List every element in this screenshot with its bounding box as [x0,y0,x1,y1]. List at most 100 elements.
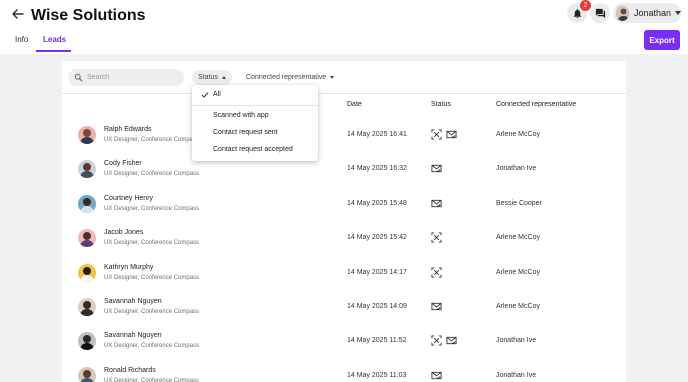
lead-name: Savannah Nguyen [104,298,162,305]
avatar-body [80,377,94,382]
menu-item-request-sent[interactable]: Contact request sent [213,129,278,136]
scan-icon [431,232,442,243]
avatar [78,160,96,179]
status-filter-label: Status [198,74,218,81]
avatar-head [83,369,91,378]
avatar [78,126,96,144]
status-icons [431,335,457,346]
lead-name: Ronald Richards [104,366,156,374]
avatar [78,194,96,213]
avatar-body [80,137,94,144]
avatar [78,332,96,351]
messages-button[interactable] [590,3,610,23]
table-row[interactable]: Cody Fisher UX Designer, Conference Compa… [62,154,626,188]
user-name: Jonathan [633,8,671,18]
lead-subtitle: UX Designer, Conference Compass [104,137,200,143]
avatar-body [80,343,94,351]
lead-subtitle: UX Designer, Conference Compass [104,274,200,281]
lead-subtitle: UX Designer, Conference Compass [104,343,200,350]
scan-icon [431,335,442,346]
lead-date: 14 May 2025 14:09 [347,303,407,310]
tab-leads[interactable]: Leads [43,35,66,44]
lead-date: 14 May 2025 15:42 [347,234,407,242]
notification-badge: 2 [580,0,591,11]
lead-date: 14 May 2025 11:52 [347,337,407,345]
export-button[interactable]: Export [644,30,680,50]
table-row[interactable]: Courtney Henry UX Designer, Conference Co… [62,189,626,223]
notifications-button[interactable]: 2 [567,0,591,23]
avatar [78,263,96,282]
lead-date: 14 May 2025 14:17 [347,268,407,276]
menu-item-request-accepted[interactable]: Contact request accepted [213,146,293,153]
page-title: Wise Solutions [31,7,146,24]
avatar-body [80,240,94,248]
status-icons [431,267,442,278]
avatar-head [83,301,91,309]
active-tab-indicator [36,50,71,52]
lead-name: Cody Fisher [104,160,142,168]
lead-rep: Arlene McCoy [496,131,540,138]
check-icon [201,92,209,98]
tab-info[interactable]: Info [15,35,28,44]
rep-filter[interactable]: Connected representative [240,70,340,85]
table-row[interactable]: Ronald Richards UX Designer, Conference C… [62,361,626,382]
lead-subtitle: UX Designer, Conference Compass [104,205,200,212]
avatar [78,366,96,382]
scan-icon [431,129,442,140]
mail-check-icon [431,163,442,174]
chevron-up-icon [221,76,226,79]
status-filter[interactable]: Status [192,70,232,85]
scan-icon [431,267,442,278]
mail-check-icon [446,129,457,140]
mail-check-icon [431,198,442,209]
lead-rep: Jonathan Ive [496,371,537,379]
avatar-head [83,129,91,137]
table-row[interactable]: Savannah Nguyen UX Designer, Conference C… [62,326,626,360]
lead-subtitle: UX Designer, Conference Compass [104,377,200,382]
table-row[interactable]: Ralph Edwards UX Designer, Conference Com… [62,120,626,154]
avatar-head [83,266,91,275]
lead-name: Ralph Edwards [104,126,152,133]
mail-check-icon [431,370,442,381]
back-arrow-icon[interactable] [10,6,26,22]
avatar-body [80,171,94,179]
lead-rep: Arlene McCoy [496,303,540,310]
lead-rep: Jonathan Ive [496,165,537,173]
lead-rep: Arlene McCoy [496,268,540,276]
mail-check-icon [431,301,442,312]
mail-check-icon [446,335,457,346]
table-row[interactable]: Savannah Nguyen UX Designer, Conference C… [62,292,626,326]
search-placeholder: Search [87,74,110,81]
divider [62,93,626,94]
avatar-head [83,232,91,241]
status-icons [431,370,442,381]
avatar-body [80,309,94,316]
status-icons [431,301,442,312]
rep-filter-label: Connected representative [246,74,327,81]
search-input[interactable]: Search [68,69,184,86]
avatar [616,5,629,21]
avatar-head [83,197,91,206]
lead-name: Courtney Henry [104,194,154,202]
table-row[interactable]: Kathryn Murphy UX Designer, Conference Co… [62,258,626,292]
menu-item-all[interactable]: All [213,91,221,98]
avatar-body [80,205,94,213]
lead-name: Jacob Jones [104,229,144,237]
lead-date: 14 May 2025 15:48 [347,199,407,207]
table-row[interactable]: Jacob Jones UX Designer, Conference Compa… [62,223,626,257]
lead-rep: Bessie Cooper [496,199,542,207]
avatar-body [80,274,94,282]
user-menu-button[interactable]: Jonathan [613,3,681,23]
column-header-rep: Connected representative [496,101,577,108]
lead-name: Kathryn Murphy [104,263,154,271]
status-dropdown-menu: All Scanned with app Contact request sen… [192,85,318,161]
status-icons [431,163,442,174]
avatar-head [83,335,91,344]
menu-item-scanned[interactable]: Scanned with app [213,112,269,119]
status-icons [431,129,457,140]
chevron-down-icon [330,76,335,79]
lead-rep: Jonathan Ive [496,337,537,345]
column-header-status: Status [431,101,451,108]
avatar [78,298,96,316]
lead-date: 14 May 2025 16:41 [347,131,407,138]
